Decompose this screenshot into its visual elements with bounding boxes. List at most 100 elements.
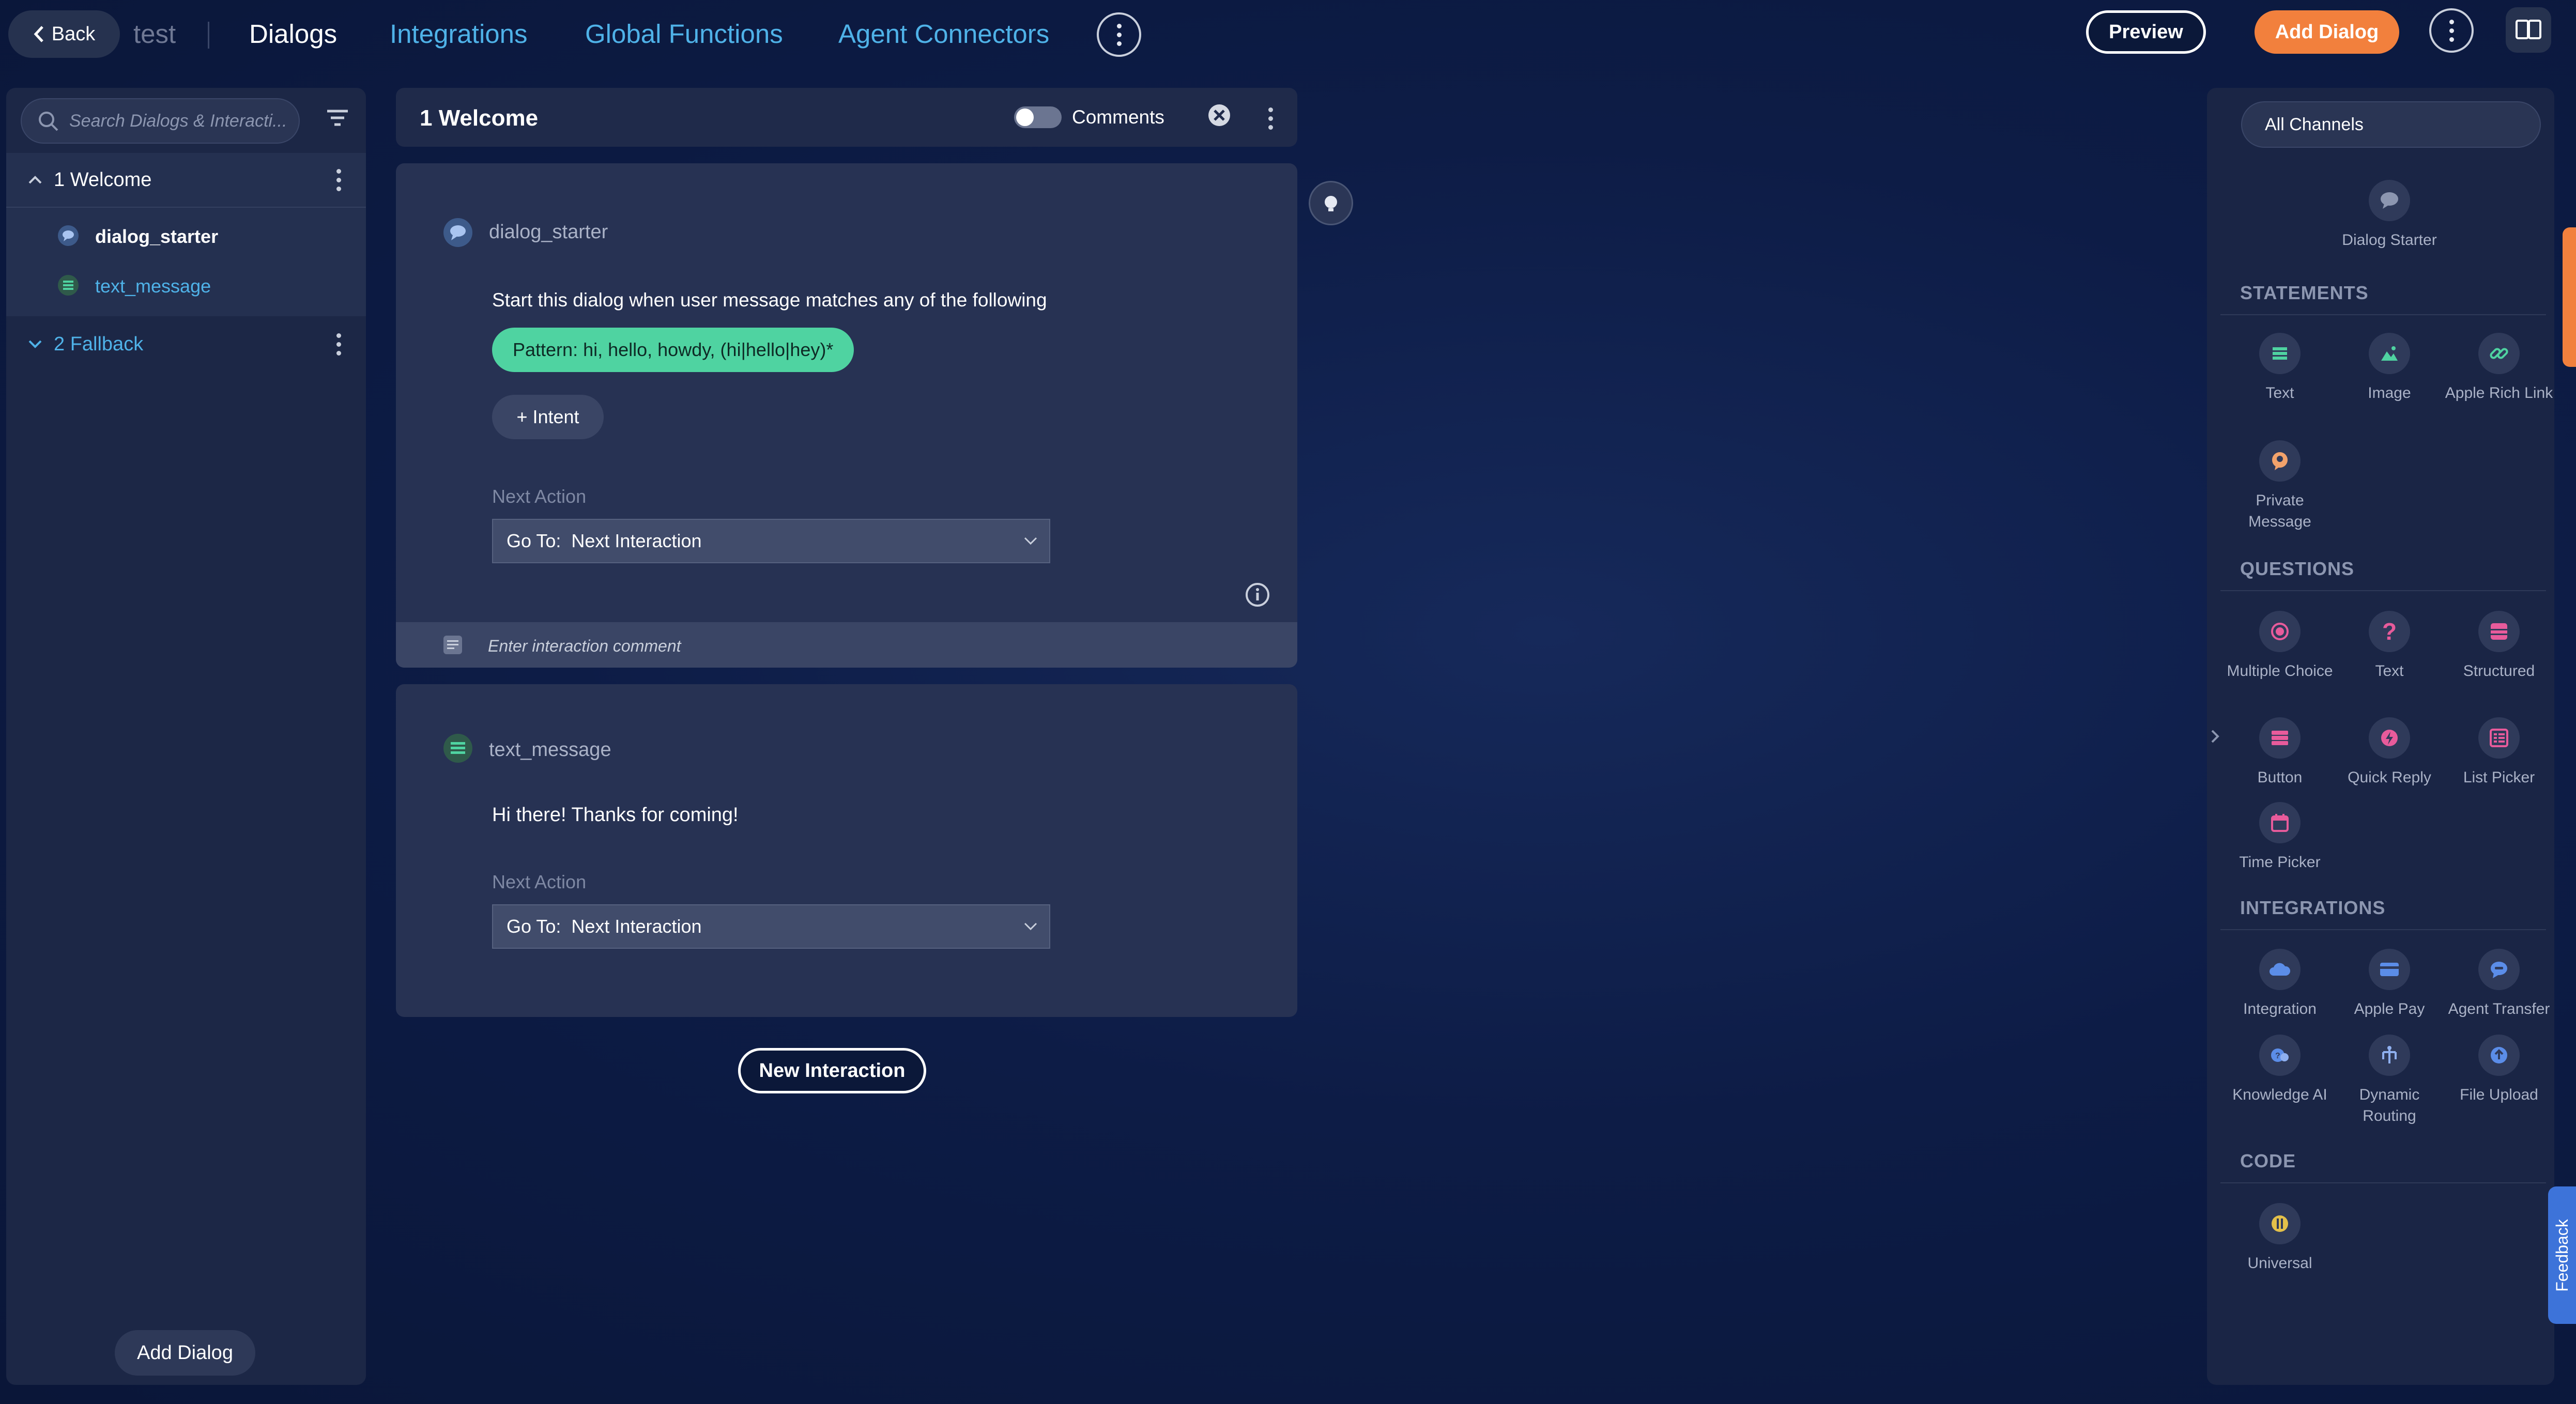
goto-value: Next Interaction xyxy=(571,530,702,551)
search-icon xyxy=(39,112,58,131)
comments-toggle[interactable] xyxy=(1014,106,1062,128)
channel-select[interactable]: All Channels xyxy=(2241,101,2541,148)
search-input[interactable]: Search Dialogs & Interacti... xyxy=(21,98,300,144)
next-action-select[interactable]: Go To: Next Interaction xyxy=(492,904,1050,949)
tool-label: Universal xyxy=(2247,1255,2312,1272)
chat-bubble-icon xyxy=(442,217,473,251)
text-lines-icon xyxy=(2259,333,2301,374)
feedback-tab[interactable]: Feedback xyxy=(2548,1186,2576,1324)
routing-icon xyxy=(2369,1035,2410,1076)
interaction-item-text-message[interactable]: text_message xyxy=(6,260,366,312)
chevron-down-icon xyxy=(28,340,42,348)
new-interaction-button[interactable]: New Interaction xyxy=(738,1048,926,1093)
interaction-name: dialog_starter xyxy=(489,221,608,243)
divider xyxy=(2220,590,2546,591)
tool-agent-transfer[interactable]: Agent Transfer xyxy=(2445,949,2553,1020)
tool-label: Quick Reply xyxy=(2348,769,2431,786)
goto-label: Go To: xyxy=(507,530,561,551)
more-menu-button[interactable] xyxy=(1097,12,1141,57)
tool-label: Multiple Choice xyxy=(2227,662,2333,680)
upload-icon xyxy=(2478,1035,2520,1076)
info-icon[interactable] xyxy=(1245,582,1270,610)
side-drawer-tab[interactable] xyxy=(2563,227,2576,367)
text-message-card xyxy=(396,684,1297,1017)
lightbulb-icon xyxy=(1325,196,1337,211)
comment-icon xyxy=(442,635,463,658)
bolt-icon xyxy=(2369,717,2410,759)
structured-icon xyxy=(2478,611,2520,652)
collapse-icon[interactable] xyxy=(1207,103,1231,130)
button-icon xyxy=(2259,717,2301,759)
goto-value: Next Interaction xyxy=(571,916,702,937)
tool-integration[interactable]: Integration xyxy=(2226,949,2334,1020)
radio-icon xyxy=(2259,611,2301,652)
tool-multiple-choice[interactable]: Multiple Choice xyxy=(2226,611,2334,682)
tool-universal[interactable]: Universal xyxy=(2226,1203,2334,1274)
chevron-up-icon xyxy=(28,176,42,184)
pattern-chip[interactable]: Pattern: hi, hello, howdy, (hi|hello|hey… xyxy=(492,328,854,372)
tool-button[interactable]: Button xyxy=(2226,717,2334,788)
interaction-item-dialog-starter[interactable]: dialog_starter xyxy=(6,211,366,263)
add-intent-button[interactable]: + Intent xyxy=(492,395,604,439)
tool-structured[interactable]: Structured xyxy=(2445,611,2553,682)
tool-label: Time Picker xyxy=(2239,854,2321,871)
tab-dialogs[interactable]: Dialogs xyxy=(249,19,337,49)
tool-time-picker[interactable]: Time Picker xyxy=(2226,802,2334,873)
back-label: Back xyxy=(51,23,96,45)
tool-private-message[interactable]: Private Message xyxy=(2226,440,2334,532)
lightbulb-button[interactable] xyxy=(1309,181,1353,225)
tool-quick-reply[interactable]: Quick Reply xyxy=(2335,717,2444,788)
tab-integrations[interactable]: Integrations xyxy=(390,19,528,49)
filter-icon[interactable] xyxy=(326,109,349,130)
add-dialog-button[interactable]: Add Dialog xyxy=(2255,10,2399,54)
next-action-select[interactable]: Go To: Next Interaction xyxy=(492,519,1050,563)
chevron-down-icon xyxy=(1024,922,1037,931)
tool-text-question[interactable]: ? Text xyxy=(2335,611,2444,682)
help-button[interactable] xyxy=(2506,7,2551,53)
knowledge-icon: ? xyxy=(2259,1035,2301,1076)
chevron-right-icon[interactable] xyxy=(2210,729,2220,747)
tool-dialog-starter[interactable]: Dialog Starter xyxy=(2335,180,2444,251)
interaction-label: dialog_starter xyxy=(95,226,219,247)
text-lines-icon xyxy=(442,733,473,766)
tool-label: Button xyxy=(2257,769,2303,786)
back-button[interactable]: Back xyxy=(8,10,120,58)
tool-dynamic-routing[interactable]: Dynamic Routing xyxy=(2335,1035,2444,1127)
tool-image[interactable]: Image xyxy=(2335,333,2444,404)
tab-agent-connectors[interactable]: Agent Connectors xyxy=(838,19,1049,49)
divider xyxy=(208,22,209,49)
tool-label: Knowledge AI xyxy=(2232,1086,2327,1103)
chevron-left-icon xyxy=(34,26,43,42)
settings-menu-button[interactable] xyxy=(2429,8,2474,53)
next-action-label: Next Action xyxy=(492,871,587,892)
dialog-menu-button[interactable] xyxy=(336,333,341,356)
search-placeholder: Search Dialogs & Interacti... xyxy=(69,111,287,131)
book-icon xyxy=(2516,20,2541,39)
dialog-menu-button[interactable] xyxy=(336,168,341,191)
tool-apple-rich-link[interactable]: Apple Rich Link xyxy=(2445,333,2553,404)
dialog-item-welcome[interactable]: 1 Welcome xyxy=(6,153,366,207)
tool-knowledge-ai[interactable]: ? Knowledge AI xyxy=(2226,1035,2334,1105)
text-lines-icon xyxy=(57,274,80,299)
calendar-icon xyxy=(2259,802,2301,843)
section-integrations: INTEGRATIONS xyxy=(2240,897,2386,918)
message-text[interactable]: Hi there! Thanks for coming! xyxy=(492,804,739,826)
dialog-item-fallback[interactable]: 2 Fallback xyxy=(6,317,366,371)
tool-apple-pay[interactable]: Apple Pay xyxy=(2335,949,2444,1020)
goto-label: Go To: xyxy=(507,916,561,937)
tool-text-statement[interactable]: Text xyxy=(2226,333,2334,404)
tab-global-functions[interactable]: Global Functions xyxy=(585,19,783,49)
chat-bubble-icon xyxy=(2369,180,2410,221)
divider xyxy=(6,207,366,208)
comments-label: Comments xyxy=(1072,106,1164,128)
add-dialog-sidebar-button[interactable]: Add Dialog xyxy=(115,1330,255,1376)
section-statements: STATEMENTS xyxy=(2240,282,2369,303)
dialog-options-button[interactable] xyxy=(1268,107,1273,130)
tool-file-upload[interactable]: File Upload xyxy=(2445,1035,2553,1105)
tool-label: Private Message xyxy=(2248,492,2311,530)
tool-label: Text xyxy=(2375,662,2404,680)
tool-list-picker[interactable]: List Picker xyxy=(2445,717,2553,788)
dialog-label: 1 Welcome xyxy=(54,168,152,191)
preview-button[interactable]: Preview xyxy=(2086,10,2206,54)
chevron-down-icon xyxy=(1024,537,1037,545)
